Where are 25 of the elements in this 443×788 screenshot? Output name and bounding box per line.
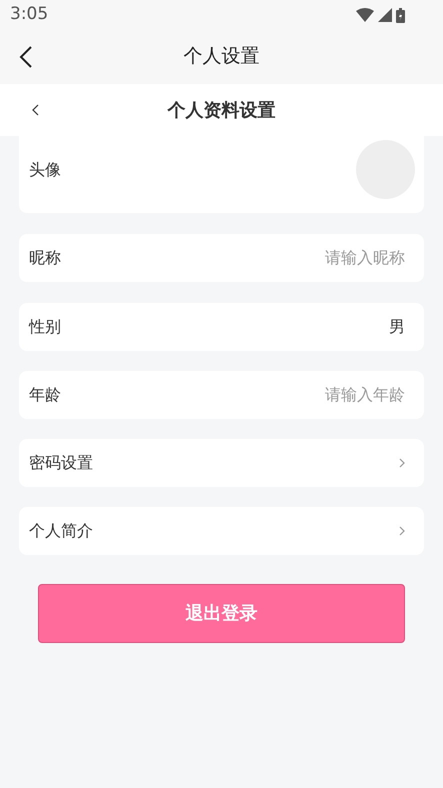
row-label: 密码设置	[29, 452, 93, 474]
back-icon[interactable]	[18, 45, 34, 69]
row-value[interactable]: 男	[389, 315, 405, 339]
row-label: 昵称	[29, 247, 61, 269]
wifi-icon	[356, 8, 374, 22]
chevron-icon	[399, 526, 405, 536]
settings-row[interactable]: 个人简介	[19, 507, 424, 555]
row-label: 性别	[29, 316, 61, 338]
settings-row[interactable]: 性别 男	[19, 303, 424, 351]
input-field[interactable]: 请输入昵称	[265, 246, 405, 270]
settings-row[interactable]: 密码设置	[19, 439, 424, 487]
signal-icon	[378, 8, 392, 22]
settings-row[interactable]: 头像	[19, 136, 424, 213]
status-time: 3:05	[10, 3, 48, 26]
chevron-icon	[399, 458, 405, 468]
back-icon[interactable]	[32, 104, 40, 116]
row-label: 头像	[29, 159, 61, 181]
section-title: 个人资料设置	[168, 98, 276, 122]
page-title: 个人设置	[184, 44, 260, 70]
row-label: 年龄	[29, 384, 61, 406]
battery-icon	[396, 8, 405, 22]
row-label: 个人简介	[29, 520, 93, 542]
input-field[interactable]: 请输入年龄	[265, 383, 405, 407]
settings-row[interactable]: 昵称 请输入昵称	[19, 234, 424, 282]
settings-row[interactable]: 年龄 请输入年龄	[19, 371, 424, 419]
